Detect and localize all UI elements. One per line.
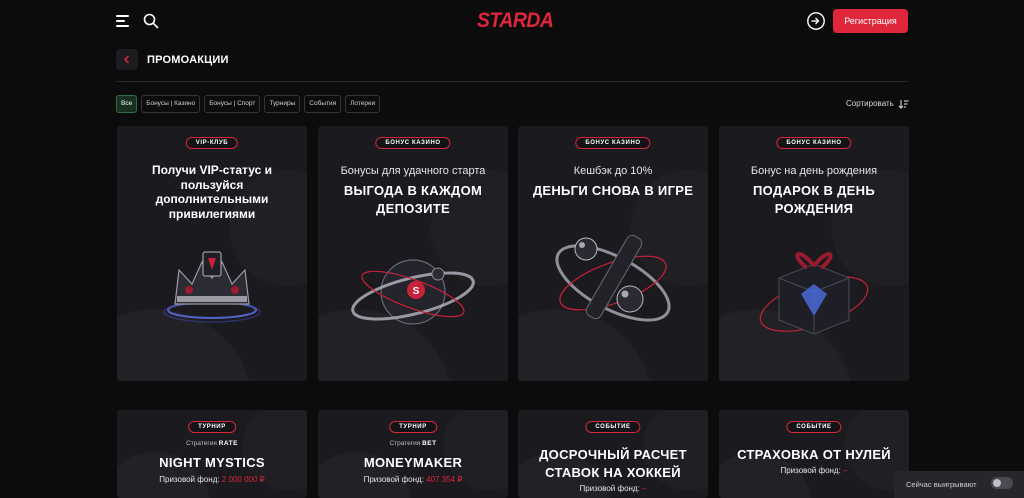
card-text: Получи VIP-статус и пользуйся дополнител… [152, 163, 272, 221]
card-headline: СТРАХОВКА ОТ НУЛЕЙ [737, 447, 891, 462]
card-badge: БОНУС КАЗИНО [575, 137, 651, 149]
promo-card-birthday[interactable]: БОНУС КАЗИНО Бонус на день рождения ПОДА… [719, 126, 909, 381]
promo-card-cashback[interactable]: БОНУС КАЗИНО Кешбэк до 10% ДЕНЬГИ СНОВА … [518, 126, 708, 381]
card-headline: ВЫГОДА В КАЖДОМ ДЕПОЗИТЕ [343, 183, 483, 216]
svg-text:S: S [413, 286, 420, 297]
card-badge: БОНУС КАЗИНО [776, 137, 852, 149]
card-headline: NIGHT MYSTICS [159, 455, 265, 470]
card-headline: MONEYMAKER [363, 455, 463, 470]
divider [116, 81, 908, 82]
card-strategy: Стратегия RATE [186, 440, 238, 447]
crown-illustration [163, 251, 261, 323]
chevron-left-icon [124, 55, 129, 64]
search-icon[interactable] [143, 13, 159, 29]
sort-icon [898, 100, 909, 109]
sort-button[interactable]: Сортировать [846, 98, 909, 110]
promo-card-insurance[interactable]: СОБЫТИЕ СТРАХОВКА ОТ НУЛЕЙ Призовой фонд… [719, 410, 909, 498]
filter-sport-bonuses[interactable]: Бонусы | Спорт [204, 95, 261, 113]
card-subtitle: Кешбэк до 10% [573, 165, 653, 177]
card-badge: СОБЫТИЕ [786, 421, 842, 433]
card-badge: ТУРНИР [389, 421, 437, 433]
menu-icon[interactable] [116, 15, 130, 27]
header: STARDA Регистрация [0, 0, 1024, 44]
card-badge: VIP-КЛУБ [185, 137, 239, 149]
planet-illustration: S [351, 259, 475, 325]
page-title: ПРОМОАКЦИИ [147, 54, 229, 66]
cashback-illustration [555, 234, 671, 322]
card-headline: ДОСРОЧНЫЙ РАСЧЕТ СТАВОК НА ХОККЕЙ [539, 447, 687, 480]
filter-events[interactable]: События [304, 95, 342, 113]
filter-casino-bonuses[interactable]: Бонусы | Казино [141, 95, 201, 113]
card-headline: ПОДАРОК В ДЕНЬ РОЖДЕНИЯ [753, 183, 875, 216]
filter-chips: Все Бонусы | Казино Бонусы | Спорт Турни… [116, 95, 381, 113]
live-winners-toggle[interactable] [991, 477, 1013, 489]
card-strategy: Стратегия BET [389, 440, 437, 447]
back-button[interactable] [116, 49, 138, 70]
gift-illustration [759, 252, 869, 335]
card-prize: Призовой фонд: – [780, 466, 848, 475]
filter-tournaments[interactable]: Турниры [264, 95, 301, 113]
promo-card-hockey[interactable]: СОБЫТИЕ ДОСРОЧНЫЙ РАСЧЕТ СТАВОК НА ХОККЕ… [518, 410, 708, 498]
promo-card-deposit[interactable]: БОНУС КАЗИНО Бонусы для удачного старта … [318, 126, 508, 381]
card-subtitle: Бонусы для удачного старта [340, 165, 486, 177]
card-prize: Призовой фонд: 407 354 ₽ [363, 475, 463, 484]
logo[interactable]: STARDA [477, 8, 554, 34]
card-badge: СОБЫТИЕ [585, 421, 641, 433]
card-prize: Призовой фонд: 2 000 000 ₽ [159, 475, 265, 484]
card-badge: ТУРНИР [188, 421, 236, 433]
filter-lotteries[interactable]: Лотереи [345, 95, 381, 113]
login-icon[interactable] [806, 11, 826, 31]
sort-label: Сортировать [846, 99, 894, 108]
live-winners-label: Сейчас выигрывают [906, 480, 977, 489]
filter-all[interactable]: Все [116, 95, 138, 113]
promo-card-night-mystics[interactable]: ТУРНИР Стратегия RATE NIGHT MYSTICS Приз… [117, 410, 307, 498]
promo-card-moneymaker[interactable]: ТУРНИР Стратегия BET MONEYMAKER Призовой… [318, 410, 508, 498]
card-badge: БОНУС КАЗИНО [375, 137, 451, 149]
register-button[interactable]: Регистрация [833, 9, 908, 33]
card-subtitle: Бонус на день рождения [750, 165, 878, 177]
promo-card-vip[interactable]: VIP-КЛУБ Получи VIP-статус и пользуйся д… [117, 126, 307, 381]
card-headline: ДЕНЬГИ СНОВА В ИГРЕ [532, 183, 694, 198]
card-prize: Призовой фонд: – [579, 484, 647, 493]
